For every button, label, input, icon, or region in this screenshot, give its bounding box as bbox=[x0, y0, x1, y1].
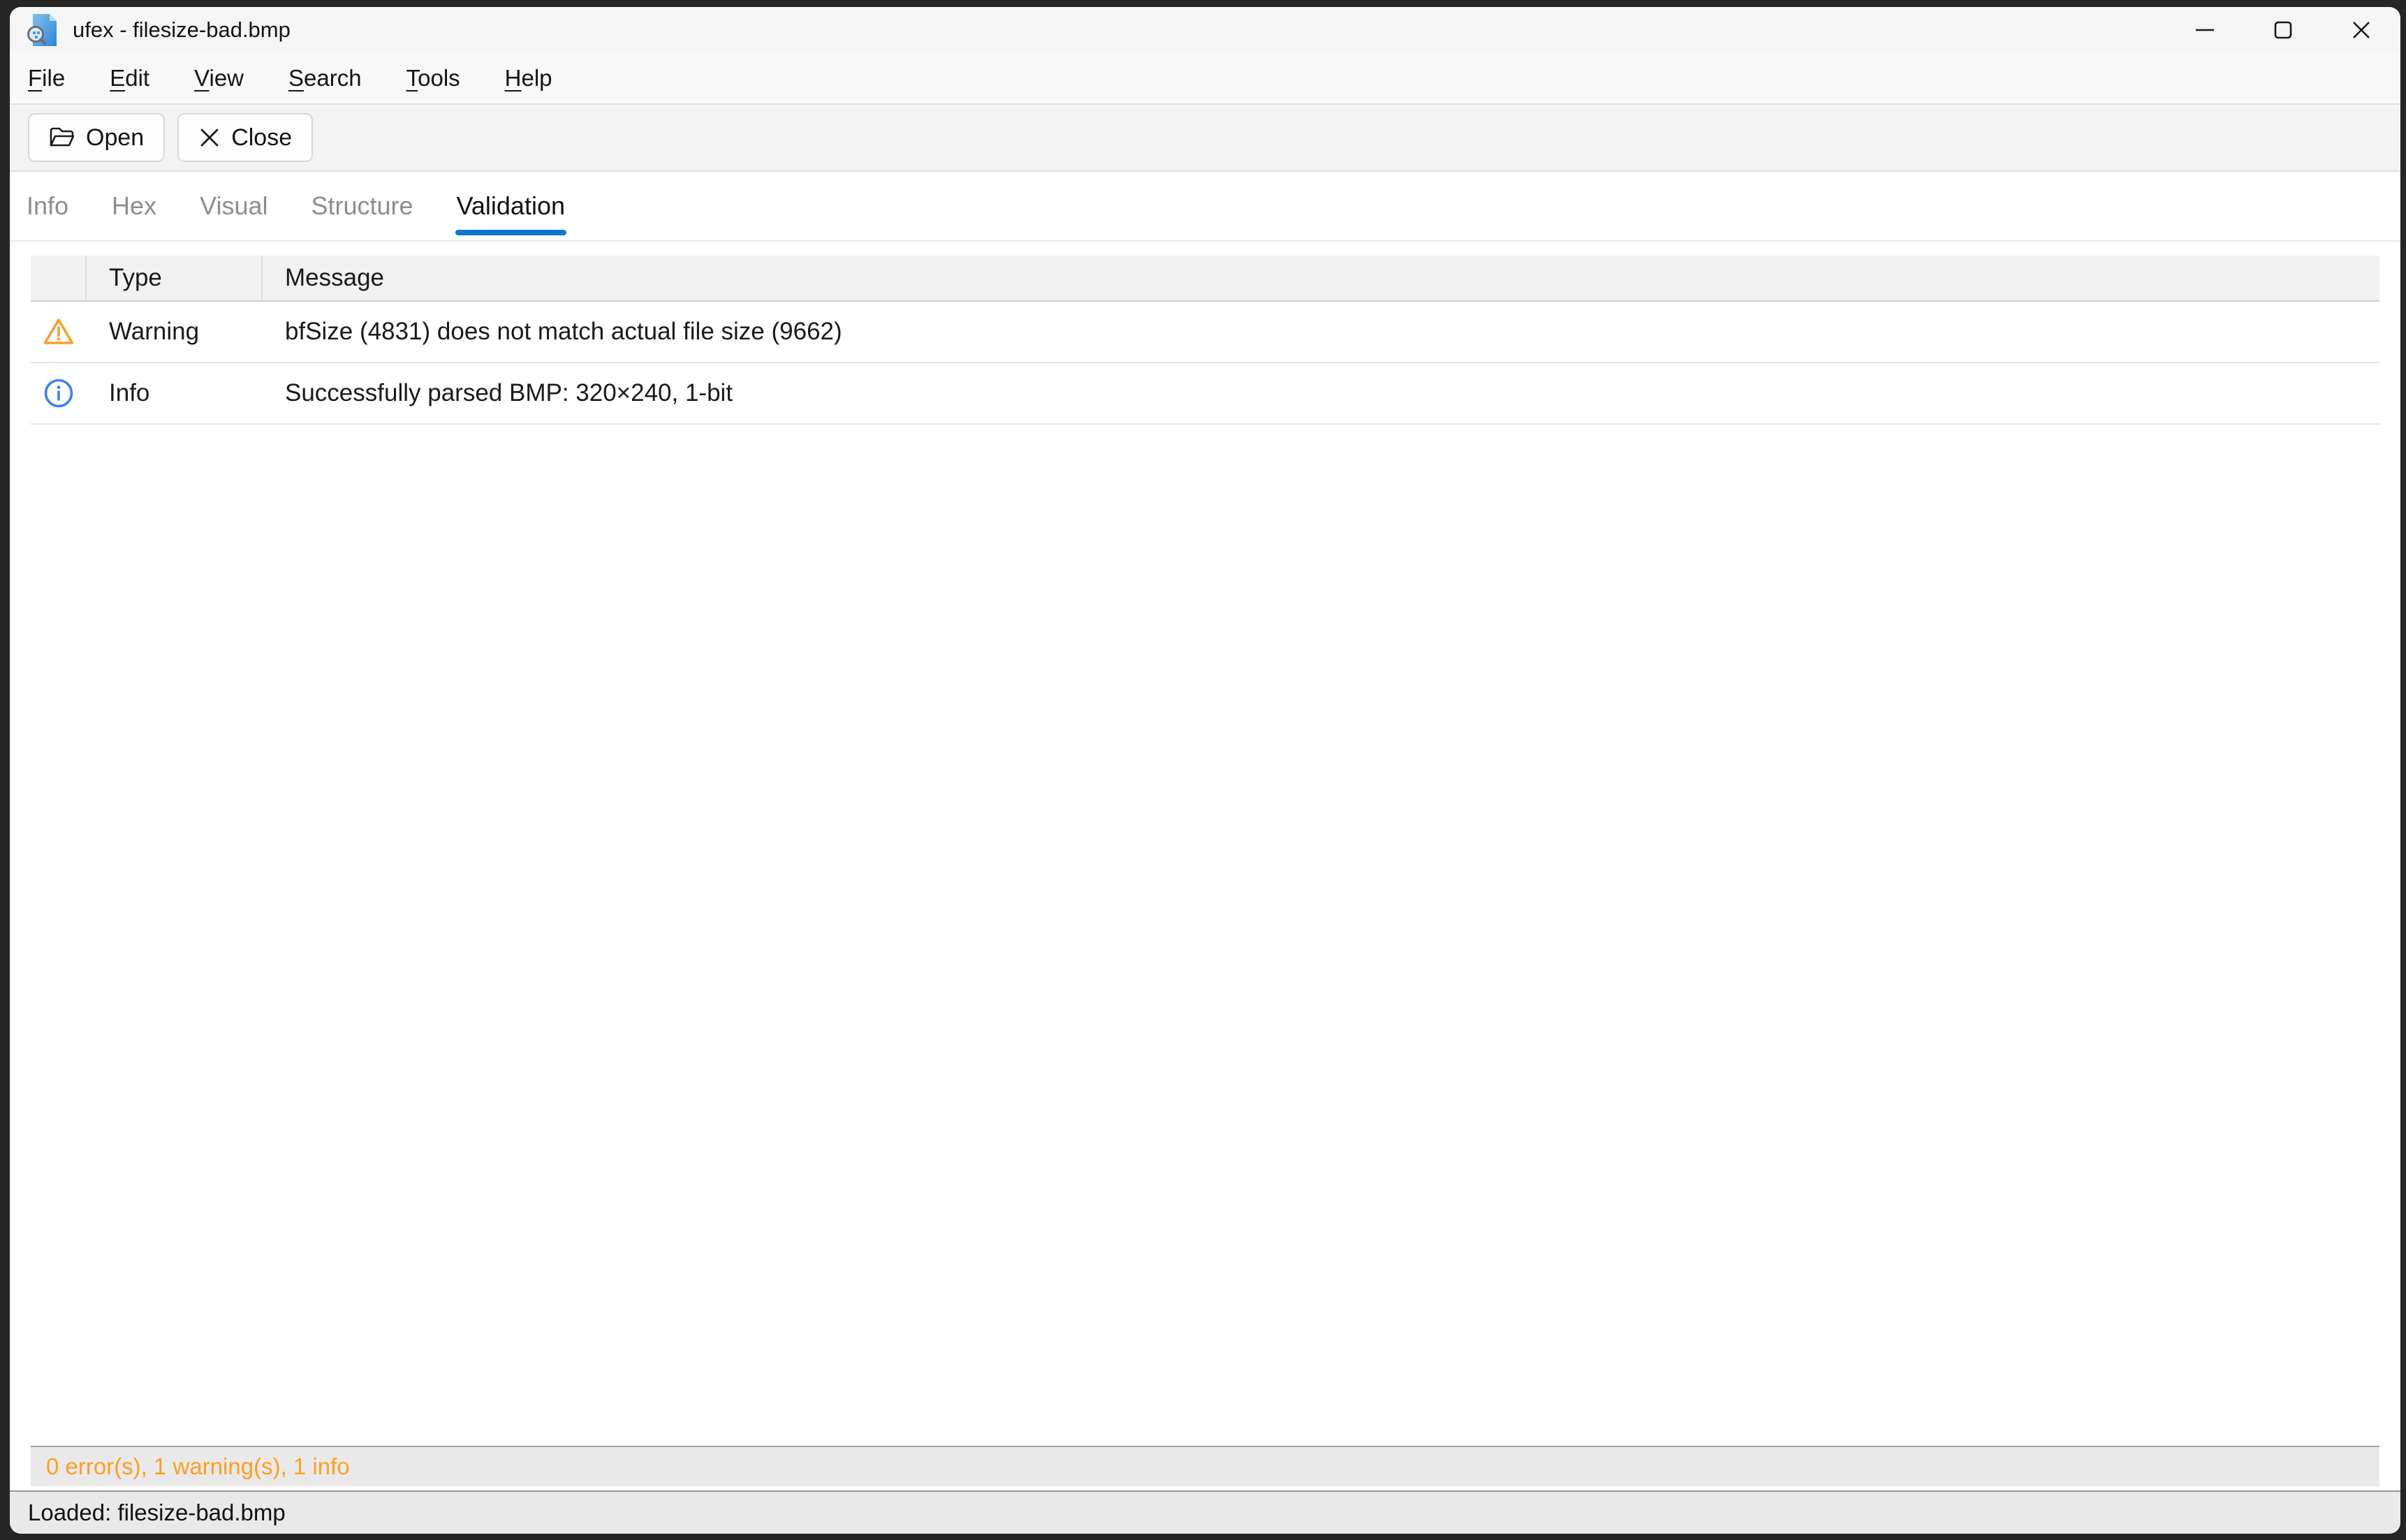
warning-icon bbox=[43, 317, 75, 346]
window-title: ufex - filesize-bad.bmp bbox=[73, 17, 291, 43]
row-message: Successfully parsed BMP: 320×240, 1-bit bbox=[263, 363, 2379, 423]
maximize-button[interactable] bbox=[2244, 7, 2322, 53]
menu-tools[interactable]: Tools bbox=[406, 65, 460, 91]
folder-open-icon bbox=[49, 126, 75, 149]
menu-file[interactable]: File bbox=[28, 65, 65, 91]
menu-help[interactable]: Help bbox=[505, 65, 552, 91]
header-icon-column bbox=[31, 256, 87, 300]
menu-view[interactable]: View bbox=[194, 65, 244, 91]
tab-visual[interactable]: Visual bbox=[200, 172, 267, 240]
minimize-button[interactable] bbox=[2166, 7, 2244, 53]
info-icon-cell bbox=[31, 363, 87, 423]
close-icon bbox=[2350, 19, 2372, 41]
validation-table: Type Message Warning bfSize (4831) does … bbox=[31, 256, 2379, 425]
tabbar: Info Hex Visual Structure Validation bbox=[10, 172, 2400, 242]
x-icon bbox=[198, 126, 221, 149]
table-row-info[interactable]: Info Successfully parsed BMP: 320×240, 1… bbox=[31, 363, 2379, 425]
table-row-warning[interactable]: Warning bfSize (4831) does not match act… bbox=[31, 302, 2379, 363]
empty-area bbox=[31, 425, 2379, 1446]
window-controls bbox=[2166, 7, 2400, 53]
warning-icon-cell bbox=[31, 302, 87, 362]
maximize-icon bbox=[2272, 19, 2294, 41]
open-button[interactable]: Open bbox=[28, 113, 165, 162]
app-icon bbox=[27, 13, 59, 47]
tab-hex[interactable]: Hex bbox=[112, 172, 156, 240]
validation-panel: Type Message Warning bfSize (4831) does … bbox=[10, 242, 2400, 1490]
menu-edit[interactable]: Edit bbox=[110, 65, 149, 91]
toolbar: Open Close bbox=[10, 105, 2400, 172]
open-button-label: Open bbox=[86, 124, 144, 152]
header-message-column: Message bbox=[263, 256, 2379, 300]
tab-info[interactable]: Info bbox=[27, 172, 68, 240]
menu-search[interactable]: Search bbox=[288, 65, 362, 91]
header-type-column: Type bbox=[87, 256, 263, 300]
app-window: ufex - filesize-bad.bmp File Edi bbox=[10, 7, 2400, 1534]
tab-structure[interactable]: Structure bbox=[311, 172, 413, 240]
row-type: Info bbox=[87, 363, 263, 423]
close-button[interactable] bbox=[2322, 7, 2400, 53]
row-type: Warning bbox=[87, 302, 263, 362]
close-button-label: Close bbox=[231, 124, 292, 152]
menubar: File Edit View Search Tools Help bbox=[10, 53, 2400, 105]
validation-summary: 0 error(s), 1 warning(s), 1 info bbox=[31, 1446, 2379, 1486]
status-bar: Loaded: filesize-bad.bmp bbox=[10, 1490, 2400, 1534]
titlebar[interactable]: ufex - filesize-bad.bmp bbox=[10, 7, 2400, 53]
tab-validation[interactable]: Validation bbox=[457, 172, 565, 240]
row-message: bfSize (4831) does not match actual file… bbox=[263, 302, 2379, 362]
minimize-icon bbox=[2194, 19, 2216, 41]
info-icon bbox=[43, 378, 74, 409]
close-file-button[interactable]: Close bbox=[177, 113, 313, 162]
table-header: Type Message bbox=[31, 256, 2379, 302]
